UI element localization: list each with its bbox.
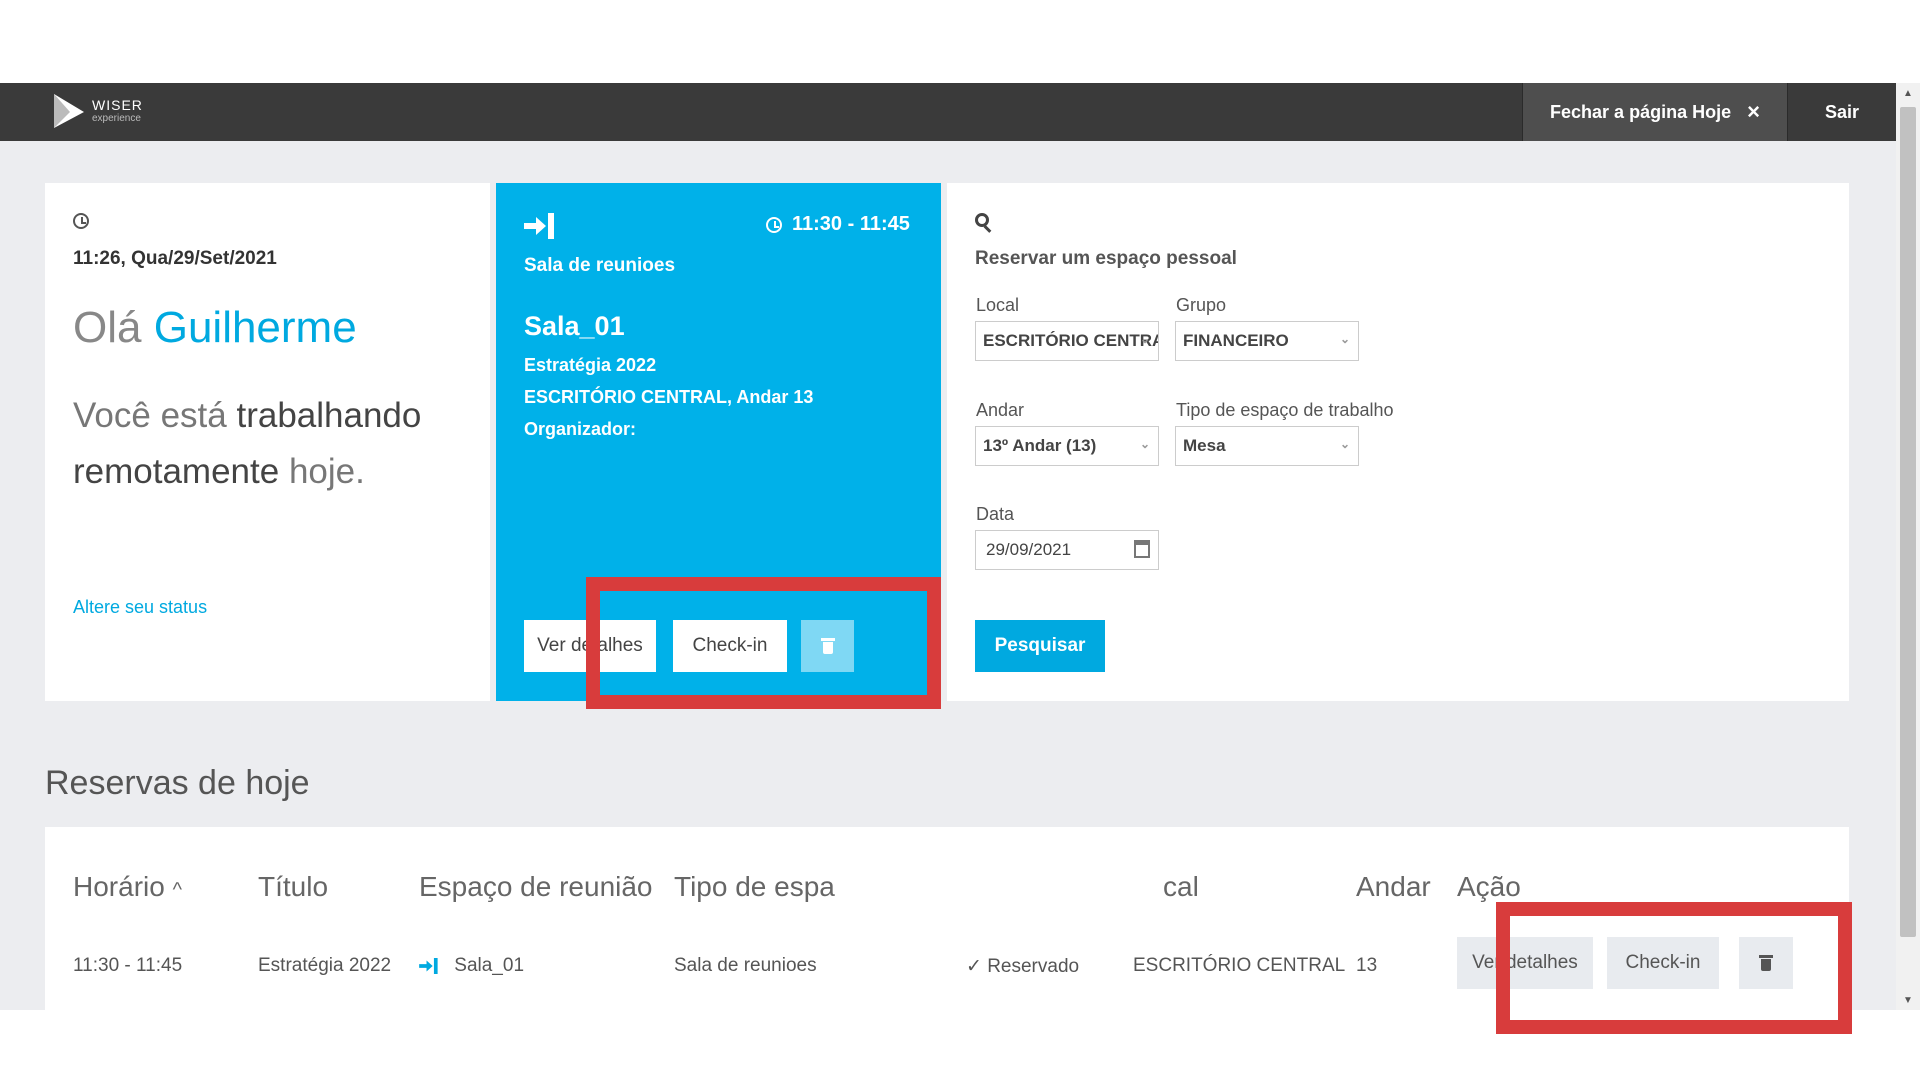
local-select[interactable]: ESCRITÓRIO CENTRAL ⌄	[975, 321, 1159, 361]
floor-label: Andar	[976, 400, 1025, 420]
chevron-down-icon: ⌄	[1139, 332, 1150, 346]
play-logo-icon	[54, 94, 84, 128]
booking-organizer: Organizador:	[524, 419, 637, 439]
row-title: Estratégia 2022	[258, 955, 392, 976]
reserve-space-card: Reservar um espaço pessoal Local ESCRITÓ…	[947, 183, 1849, 701]
highlight-box	[586, 577, 941, 709]
room-entry-icon	[419, 957, 438, 974]
date-label: Data	[976, 504, 1015, 524]
col-time-label: Horário	[73, 871, 165, 902]
row-status: ✓ Reservado	[966, 955, 1079, 978]
room-entry-icon	[524, 213, 554, 239]
greeting: Olá Guilherme	[73, 303, 357, 353]
col-title-header[interactable]: Título	[258, 871, 328, 903]
date-value: 29/09/2021	[986, 540, 1072, 559]
floor-value: 13º Andar (13)	[983, 436, 1097, 455]
workspace-type-select[interactable]: Mesa ⌄	[1175, 426, 1359, 466]
working-suffix: hoje.	[288, 452, 365, 491]
greeting-prefix: Olá	[73, 303, 142, 352]
chevron-down-icon: ⌄	[1139, 437, 1150, 451]
calendar-icon[interactable]	[1134, 540, 1150, 558]
date-input[interactable]: 29/09/2021	[975, 530, 1159, 570]
col-action-header: Ação	[1457, 871, 1521, 902]
highlight-box	[1496, 902, 1852, 1034]
booking-time: 11:30 - 11:45	[766, 213, 910, 236]
scroll-up-arrow-icon[interactable]: ▲	[1896, 83, 1920, 103]
reserve-title: Reservar um espaço pessoal	[975, 248, 1237, 269]
chevron-down-icon: ⌄	[1339, 332, 1350, 346]
search-icon	[975, 213, 993, 233]
booking-title: Estratégia 2022	[524, 355, 657, 375]
col-meeting-space-header[interactable]: Espaço de reunião	[419, 871, 653, 903]
col-floor-header[interactable]: Andar	[1356, 871, 1431, 903]
group-select[interactable]: FINANCEIRO ⌄	[1175, 321, 1359, 361]
change-status-link[interactable]: Altere seu status	[73, 597, 207, 618]
row-space-type: Sala de reunioes	[674, 955, 817, 976]
workspace-type-value: Mesa	[1183, 436, 1226, 455]
col-space-type-header[interactable]: Tipo de espa	[674, 871, 835, 903]
clock-icon	[766, 216, 782, 233]
row-room[interactable]: Sala_01	[419, 955, 524, 977]
close-today-button[interactable]: Fechar a página Hoje ×	[1522, 83, 1788, 141]
search-button[interactable]: Pesquisar	[975, 620, 1105, 672]
row-local: ESCRITÓRIO CENTRAL	[1133, 955, 1346, 976]
status-card: 11:26, Qua/29/Set/2021 Olá Guilherme Voc…	[45, 183, 490, 701]
current-datetime: 11:26, Qua/29/Set/2021	[73, 248, 277, 269]
group-value: FINANCEIRO	[1183, 331, 1289, 350]
row-room-name: Sala_01	[454, 955, 525, 976]
booking-room: Sala_01	[524, 311, 625, 341]
booking-time-text: 11:30 - 11:45	[792, 213, 910, 235]
booking-space-type: Sala de reunioes	[524, 255, 676, 276]
floor-select[interactable]: 13º Andar (13) ⌄	[975, 426, 1159, 466]
col-time-header[interactable]: Horário ^	[73, 871, 182, 903]
vertical-scrollbar[interactable]: ▲ ▼	[1896, 83, 1920, 1010]
close-today-label: Fechar a página Hoje	[1550, 101, 1732, 122]
group-label: Grupo	[1176, 295, 1227, 315]
row-floor: 13	[1356, 955, 1378, 976]
booking-location: ESCRITÓRIO CENTRAL, Andar 13	[524, 387, 814, 407]
logout-button[interactable]: Sair	[1788, 83, 1896, 141]
local-label: Local	[976, 295, 1020, 315]
sort-asc-icon: ^	[172, 879, 182, 901]
col-local-header[interactable]: cal	[1163, 871, 1199, 903]
clock-icon	[73, 213, 89, 229]
local-value: ESCRITÓRIO CENTRAL	[983, 331, 1159, 350]
row-time: 11:30 - 11:45	[73, 955, 183, 976]
app-viewport: WISER experience Fechar a página Hoje × …	[0, 83, 1896, 1010]
workspace-type-label: Tipo de espaço de trabalho	[1176, 400, 1394, 420]
working-prefix: Você está	[73, 396, 227, 435]
row-status-text: Reservado	[987, 956, 1080, 977]
check-icon: ✓	[966, 956, 982, 977]
close-icon: ×	[1747, 99, 1760, 124]
logo-name: WISER	[92, 97, 143, 113]
scroll-down-arrow-icon[interactable]: ▼	[1896, 990, 1920, 1010]
logo-sub: experience	[92, 113, 141, 124]
chevron-down-icon: ⌄	[1339, 437, 1350, 451]
top-bar: WISER experience Fechar a página Hoje × …	[0, 83, 1896, 141]
user-name: Guilherme	[153, 303, 357, 352]
working-status-text: Você está trabalhando remotamente hoje.	[73, 388, 473, 500]
reservations-title: Reservas de hoje	[45, 764, 310, 802]
scroll-thumb[interactable]	[1900, 107, 1916, 937]
wiser-logo[interactable]: WISER experience	[50, 92, 143, 130]
